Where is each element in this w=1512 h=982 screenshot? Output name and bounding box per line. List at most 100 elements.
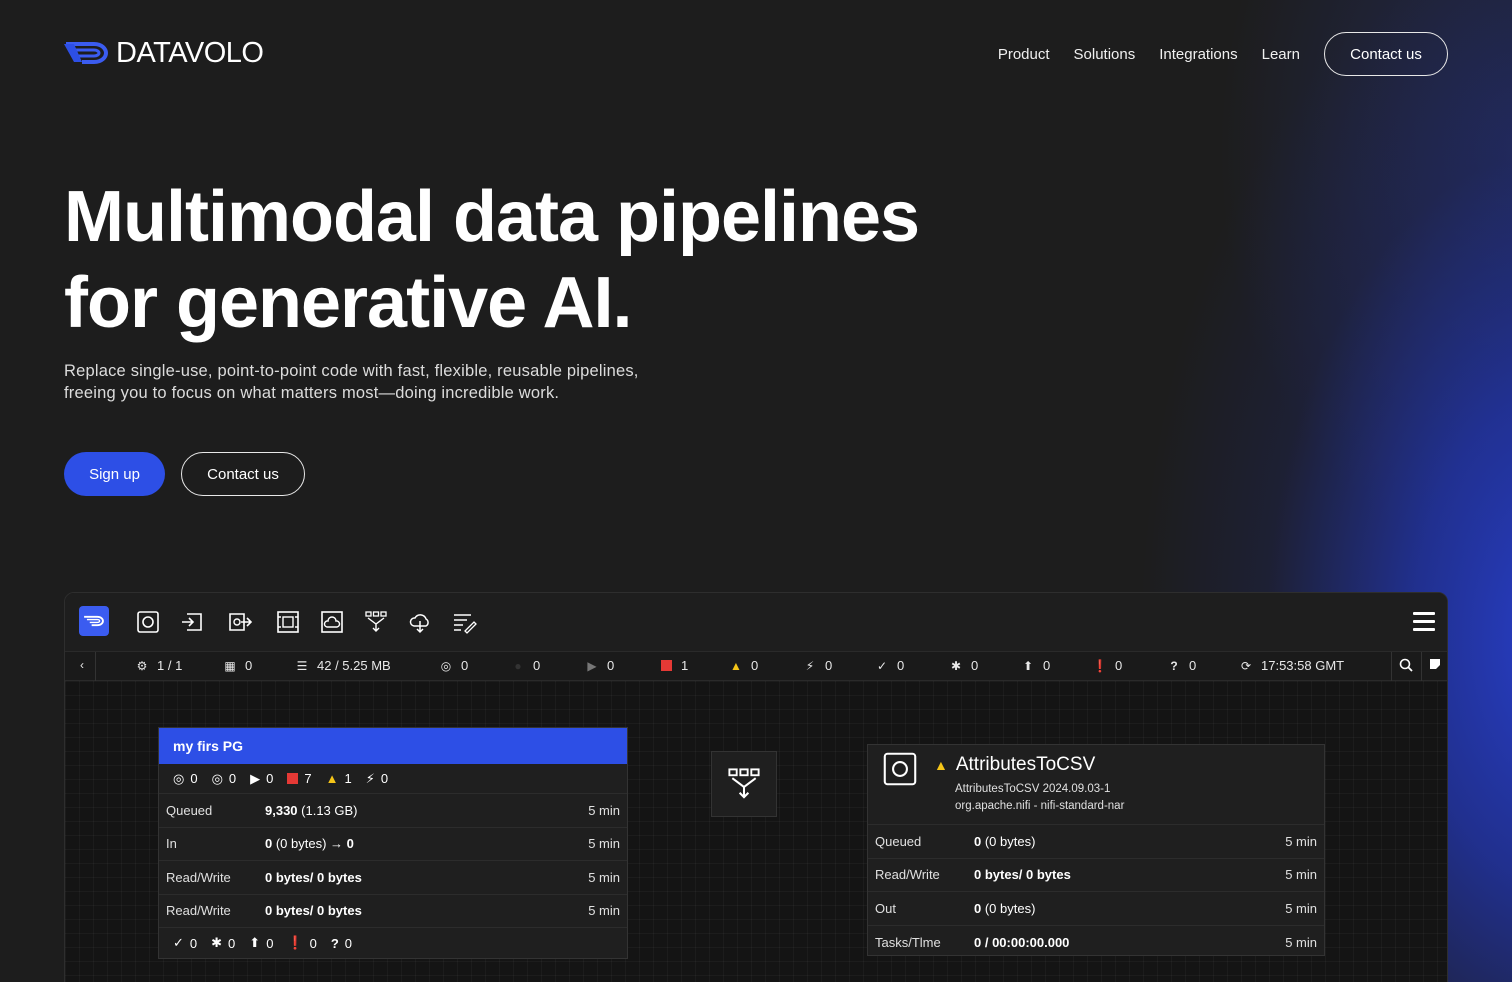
funnel-icon (728, 768, 760, 799)
check-icon: ✓ (876, 658, 888, 673)
hero-title-line-2: for generative AI. (64, 263, 633, 343)
status-refresh[interactable]: ⟳ 17:53:58 GMT (1239, 658, 1344, 673)
app-preview-window: ‹ ⚙ 1 / 1 ▦ 0 ☰ 42 / 5.25 MB ◎ 0 ● 0 ▶ 0 1 ▲ 0 … (64, 592, 1448, 982)
threads-icon: ⚙ (136, 658, 148, 673)
queued-list-icon: ☰ (296, 658, 308, 673)
status-not-transmitting: ● 0 (511, 658, 540, 673)
status-tasks: ▦ 0 (224, 658, 253, 673)
pg-stopped: 7 (287, 771, 312, 786)
pg-sync-failure: ? 0 (330, 935, 353, 951)
processor-icon[interactable] (135, 609, 161, 635)
status-threads: ⚙ 1 / 1 (136, 658, 183, 673)
processor-bundle: org.apache.nifi - nifi-standard-nar (955, 800, 1125, 812)
hero-title-line-1: Multimodal data pipelines (64, 177, 920, 257)
warning-icon: ▲ (934, 757, 948, 773)
process-group-icon[interactable] (275, 609, 301, 635)
disabled-icon: ⚡ (805, 658, 815, 673)
hero-subtitle-line-1: Replace single-use, point-to-point code … (64, 362, 639, 380)
refresh-icon[interactable]: ⟳ (1239, 659, 1253, 673)
pg-row-in: In 0 (0 bytes) → 0 5 min (159, 828, 627, 861)
status-bar: ‹ ⚙ 1 / 1 ▦ 0 ☰ 42 / 5.25 MB ◎ 0 ● 0 ▶ 0 1 ▲ 0 … (65, 651, 1447, 682)
processor-header: ▲ AttributesToCSV AttributesToCSV 2024.0… (868, 745, 1324, 825)
check-icon: ✓ (173, 935, 184, 950)
pg-not-transmitting: ◎ 0 (211, 770, 237, 787)
menu-icon[interactable] (1413, 612, 1435, 632)
status-invalid: ▲ 0 (730, 658, 759, 673)
status-sync-failure: ? 0 (1167, 658, 1196, 673)
status-disabled: ⚡ 0 (803, 658, 832, 673)
transmitting-icon: ◎ (173, 770, 185, 786)
pg-disabled: ⚡ 0 (365, 770, 389, 787)
warning-icon: ▲ (325, 771, 339, 786)
label-icon[interactable] (451, 609, 477, 635)
pg-row-queued: Queued 9,330 (1.13 GB) 5 min (159, 794, 627, 828)
disabled-icon: ⚡ (365, 770, 375, 786)
hero-title: Multimodal data pipelines for generative… (64, 174, 1024, 346)
status-stopped: 1 (659, 658, 688, 673)
flow-canvas[interactable]: my firs PG ◎ 0 ◎ 0 ▶ 0 7 ▲ 1 ⚡ 0 Queued 9,330… (65, 681, 1447, 982)
app-toolbar (65, 593, 1447, 651)
site-header: DATAVOLO Product Solutions Integrations … (0, 0, 1512, 108)
process-group-footer: ✓ 0 ✱ 0 ⬆ 0 ❗ 0 ? 0 (159, 928, 627, 958)
processor-icon (883, 752, 917, 786)
proc-row-tasks-time: Tasks/Tlme 0 / 00:00:00.000 5 min (875, 934, 1317, 950)
arrow-up-circle-icon: ⬆ (249, 935, 261, 950)
signup-button[interactable]: Sign up (64, 452, 165, 496)
app-logo-icon[interactable] (79, 606, 109, 636)
funnel-component[interactable] (711, 751, 777, 817)
pg-modified-stale: ❗ 0 (287, 935, 317, 951)
status-up-to-date: ✓ 0 (876, 658, 905, 673)
process-group-card[interactable]: my firs PG ◎ 0 ◎ 0 ▶ 0 7 ▲ 1 ⚡ 0 Queued 9,330… (158, 727, 628, 959)
asterisk-icon: ✱ (211, 935, 223, 950)
search-icon[interactable] (1399, 658, 1413, 672)
pg-row-read-write-2: Read/Write 0 bytes/ 0 bytes 5 min (159, 895, 627, 928)
processor-version: AttributesToCSV 2024.09.03-1 (955, 783, 1111, 795)
process-group-counts: ◎ 0 ◎ 0 ▶ 0 7 ▲ 1 ⚡ 0 (159, 764, 627, 794)
play-icon: ▶ (250, 770, 261, 786)
funnel-icon[interactable] (363, 609, 389, 635)
status-transmitting: ◎ 0 (440, 658, 469, 673)
hero-subtitle-line-2: freeing you to focus on what matters mos… (64, 384, 560, 402)
pg-up-to-date: ✓ 0 (173, 935, 198, 951)
hero-subtitle: Replace single-use, point-to-point code … (64, 360, 744, 404)
exclamation-circle-icon: ❗ (287, 935, 304, 950)
status-queued: ☰ 42 / 5.25 MB (296, 658, 391, 673)
notes-icon[interactable] (1429, 658, 1441, 670)
brand-name: DATAVOLO (116, 36, 264, 69)
asterisk-icon: ✱ (950, 658, 962, 673)
question-icon: ? (1170, 658, 1178, 673)
brand-logo[interactable]: DATAVOLO (64, 36, 264, 70)
nav-integrations[interactable]: Integrations (1159, 46, 1237, 63)
pg-transmitting: ◎ 0 (173, 770, 198, 787)
transmitting-icon: ◎ (440, 658, 452, 673)
processor-card[interactable]: ▲ AttributesToCSV AttributesToCSV 2024.0… (867, 744, 1325, 956)
stop-icon (287, 773, 299, 784)
input-port-icon[interactable] (179, 609, 205, 635)
nav-solutions[interactable]: Solutions (1074, 46, 1136, 63)
status-stale: ⬆ 0 (1022, 658, 1051, 673)
nav-learn[interactable]: Learn (1262, 46, 1300, 63)
pg-invalid: ▲ 1 (325, 771, 352, 786)
proc-row-out: Out 0 (0 bytes) 5 min (868, 892, 1324, 926)
header-contact-button[interactable]: Contact us (1324, 32, 1448, 76)
status-locally-modified: ✱ 0 (950, 658, 979, 673)
arrow-up-circle-icon: ⬆ (1022, 658, 1034, 673)
not-transmitting-icon: ● (514, 658, 522, 673)
remote-process-group-icon[interactable] (319, 609, 345, 635)
output-port-icon[interactable] (227, 609, 253, 635)
warning-icon: ▲ (730, 658, 742, 673)
not-transmitting-icon: ◎ (211, 770, 223, 786)
pg-locally-modified: ✱ 0 (211, 935, 236, 951)
pg-running: ▶ 0 (250, 770, 274, 787)
proc-row-read-write: Read/Write 0 bytes/ 0 bytes 5 min (868, 859, 1324, 892)
nav-product[interactable]: Product (998, 46, 1050, 63)
processor-name: AttributesToCSV (955, 754, 1096, 775)
pg-stale: ⬆ 0 (249, 935, 274, 951)
exclamation-circle-icon: ❗ (1092, 658, 1108, 673)
template-icon[interactable] (407, 609, 433, 635)
hero-contact-button[interactable]: Contact us (181, 452, 305, 496)
collapse-chevron-icon[interactable]: ‹ (75, 658, 89, 672)
datavolo-logo-icon (64, 42, 109, 64)
process-group-name[interactable]: my firs PG (159, 728, 627, 764)
main-nav: Product Solutions Integrations Learn Con… (998, 32, 1448, 76)
